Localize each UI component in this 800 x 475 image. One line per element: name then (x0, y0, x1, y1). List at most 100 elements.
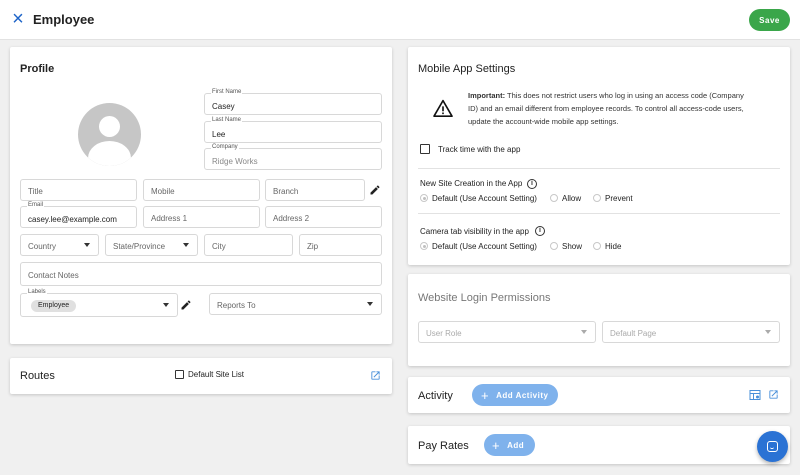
default-page-placeholder: Default Page (610, 329, 657, 338)
country-select[interactable]: Country (20, 234, 99, 256)
mobile-app-settings-title: Mobile App Settings (418, 63, 516, 75)
profile-title: Profile (20, 63, 55, 75)
add-pay-rate-button[interactable]: + Add (484, 434, 535, 456)
first-name-label: First Name (211, 89, 243, 95)
edit-labels-pencil-icon[interactable] (180, 299, 192, 311)
labels-select[interactable]: Labels Employee (20, 289, 178, 317)
plus-icon: + (481, 387, 490, 403)
activity-card: Activity + Add Activity (408, 377, 790, 413)
default-site-list-label: Default Site List (188, 370, 245, 379)
state-placeholder: State/Province (113, 242, 166, 251)
chevron-down-icon (765, 330, 771, 334)
company-field[interactable]: Company Ridge Works (204, 144, 382, 170)
add-activity-button[interactable]: + Add Activity (472, 384, 558, 406)
chevron-down-icon (163, 303, 169, 307)
city-field[interactable]: City (204, 234, 293, 256)
pay-rates-title: Pay Rates (418, 440, 469, 452)
country-placeholder: Country (28, 242, 57, 251)
email-label: Email (27, 202, 45, 208)
mobile-placeholder: Mobile (151, 187, 175, 196)
chat-fab-button[interactable] (757, 431, 788, 462)
city-placeholder: City (212, 242, 226, 251)
table-settings-icon[interactable] (749, 389, 761, 401)
reports-to-select[interactable]: Reports To (209, 293, 382, 315)
address2-field[interactable]: Address 2 (265, 206, 382, 228)
email-field[interactable]: Email casey.lee@example.com (20, 202, 137, 228)
labels-label: Labels (27, 289, 47, 295)
camera-tab-hide-radio[interactable] (593, 242, 601, 250)
chat-icon (767, 441, 778, 452)
user-role-placeholder: User Role (426, 329, 462, 338)
website-login-card: Website Login Permissions User Role Defa… (408, 274, 790, 366)
save-button[interactable]: Save (749, 9, 790, 31)
company-label: Company (211, 144, 239, 150)
warning-line2: ID) and an email different from employee… (468, 104, 744, 113)
email-value: casey.lee@example.com (28, 215, 117, 224)
contact-notes-placeholder: Contact Notes (28, 271, 79, 280)
warning-text: Important: This does not restrict users … (468, 89, 783, 128)
open-in-new-icon[interactable] (768, 389, 779, 400)
address2-placeholder: Address 2 (273, 214, 310, 223)
employee-label-chip[interactable]: Employee (31, 300, 77, 312)
divider (418, 213, 780, 214)
camera-tab-default-radio[interactable] (420, 242, 428, 250)
branch-placeholder: Branch (273, 187, 299, 196)
first-name-field[interactable]: First Name Casey (204, 89, 382, 115)
track-time-checkbox[interactable] (420, 144, 430, 154)
last-name-field[interactable]: Last Name Lee (204, 117, 382, 143)
chevron-down-icon (581, 330, 587, 334)
edit-branch-pencil-icon[interactable] (369, 184, 381, 196)
default-page-select: Default Page (602, 321, 780, 343)
warning-line3: update the account-wide mobile app setti… (468, 117, 619, 126)
site-creation-allow-label: Allow (562, 194, 582, 203)
site-creation-prevent-label: Prevent (605, 194, 633, 203)
divider (418, 168, 780, 169)
state-select[interactable]: State/Province (105, 234, 198, 256)
default-site-list-checkbox[interactable] (175, 370, 184, 379)
add-activity-label: Add Activity (496, 390, 549, 400)
warning-icon (433, 99, 453, 117)
company-placeholder: Ridge Works (212, 157, 258, 166)
chevron-down-icon (367, 302, 373, 306)
camera-tab-show-label: Show (562, 242, 583, 251)
camera-tab-hide-label: Hide (605, 242, 622, 251)
warning-line1: This does not restrict users who log in … (505, 91, 744, 100)
branch-field[interactable]: Branch (265, 179, 365, 201)
address1-placeholder: Address 1 (151, 214, 188, 223)
contact-notes-field[interactable]: Contact Notes (20, 262, 382, 286)
camera-tab-label: Camera tab visibility in the app (420, 227, 529, 236)
user-role-select: User Role (418, 321, 596, 343)
close-icon[interactable]: × (10, 9, 26, 29)
avatar[interactable] (78, 103, 141, 166)
add-pay-rate-label: Add (507, 440, 525, 450)
site-creation-default-label: Default (Use Account Setting) (432, 194, 537, 203)
site-creation-prevent-radio[interactable] (593, 194, 601, 202)
chevron-down-icon (84, 243, 90, 247)
info-icon[interactable]: i (535, 226, 545, 236)
warning-bold: Important: (468, 91, 506, 100)
open-in-new-icon[interactable] (370, 370, 381, 381)
activity-title: Activity (418, 390, 453, 402)
last-name-value: Lee (212, 130, 226, 139)
site-creation-allow-radio[interactable] (550, 194, 558, 202)
chevron-down-icon (183, 243, 189, 247)
reports-to-placeholder: Reports To (217, 301, 256, 310)
title-placeholder: Title (28, 187, 43, 196)
plus-icon: + (492, 437, 501, 453)
zip-placeholder: Zip (307, 242, 319, 251)
zip-field[interactable]: Zip (299, 234, 382, 256)
track-time-label: Track time with the app (438, 145, 521, 154)
title-field[interactable]: Title (20, 179, 137, 201)
top-bar: × Employee Save (0, 0, 800, 40)
first-name-value: Casey (212, 102, 235, 111)
routes-card: Routes Default Site List (10, 358, 392, 394)
profile-card: Profile First Name Casey Last Name Lee C… (10, 47, 392, 344)
info-icon[interactable]: i (527, 179, 537, 189)
site-creation-default-radio[interactable] (420, 194, 428, 202)
address1-field[interactable]: Address 1 (143, 206, 260, 228)
camera-tab-show-radio[interactable] (550, 242, 558, 250)
mobile-field[interactable]: Mobile (143, 179, 260, 201)
page-title: Employee (33, 12, 95, 27)
website-login-title: Website Login Permissions (418, 292, 551, 304)
camera-tab-default-label: Default (Use Account Setting) (432, 242, 537, 251)
